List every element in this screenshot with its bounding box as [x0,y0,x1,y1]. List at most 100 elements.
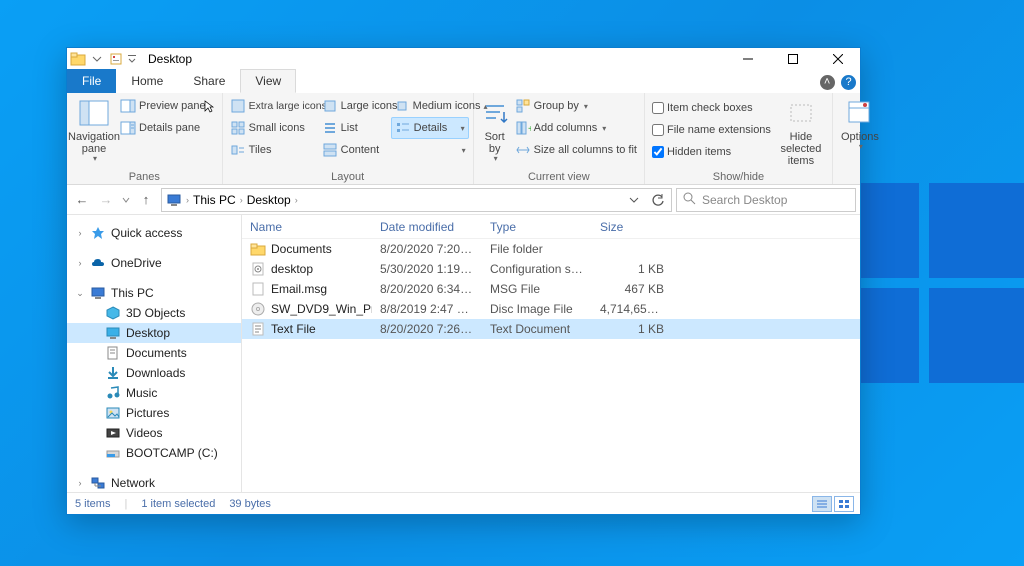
sidebar-item-videos[interactable]: Videos [67,423,241,443]
sort-by-button[interactable]: Sort by▾ [478,95,512,170]
layout-small[interactable]: Small icons [227,117,319,139]
ribbon-group-layout: Extra large icons Large icons Medium ico… [223,93,474,184]
tab-home[interactable]: Home [116,69,178,93]
layout-medium[interactable]: Medium icons▴ [391,95,469,117]
chevron-right-icon[interactable]: › [186,195,189,205]
sidebar-item-desktop[interactable]: Desktop [67,323,241,343]
file-row[interactable]: SW_DVD9_Win_Pro_10_...8/8/2019 2:47 PMDi… [242,299,860,319]
view-details-button[interactable] [812,496,832,512]
history-dropdown[interactable] [119,189,133,211]
add-columns-button[interactable]: +Add columns▾ [512,117,640,139]
up-button[interactable]: ↑ [135,189,157,211]
sidebar-item-onedrive[interactable]: ›OneDrive [67,253,241,273]
file-explorer-window: Desktop File Home Share View ˄ ? Navigat… [66,47,861,515]
layout-more-icon[interactable]: ▾ [462,146,466,155]
file-date: 8/20/2020 6:34 PM [372,282,482,296]
group-by-button[interactable]: Group by▾ [512,95,640,117]
view-large-button[interactable] [834,496,854,512]
layout-list[interactable]: List [319,117,391,139]
breadcrumb-desktop[interactable]: Desktop [247,193,291,207]
file-row[interactable]: desktop5/30/2020 1:19 PMConfiguration se… [242,259,860,279]
hide-selected-button[interactable]: Hide selected items [774,95,828,170]
collapse-icon[interactable]: ⌄ [75,288,85,299]
cursor-icon [203,99,215,113]
column-size[interactable]: Size [592,220,672,234]
expand-icon[interactable]: › [75,478,85,488]
tab-file[interactable]: File [67,69,116,93]
group-by-icon [515,98,531,114]
layout-extra-large[interactable]: Extra large icons [227,95,319,117]
column-date[interactable]: Date modified [372,220,482,234]
extra-large-icons-icon [230,98,246,114]
column-name[interactable]: Name [242,220,372,234]
file-row[interactable]: Text File8/20/2020 7:26 PMText Document1… [242,319,860,339]
list-icon [322,120,338,136]
hidden-items-toggle[interactable]: Hidden items [649,141,774,163]
breadcrumb-thispc[interactable]: This PC [193,193,236,207]
sidebar-item-downloads[interactable]: Downloads [67,363,241,383]
column-type[interactable]: Type [482,220,592,234]
sidebar-item-bootcamp[interactable]: BOOTCAMP (C:) [67,443,241,463]
layout-large[interactable]: Large icons [319,95,391,117]
navigation-pane-button[interactable]: Navigation pane▾ [71,95,117,170]
address-refresh[interactable] [647,190,669,210]
layout-tiles[interactable]: Tiles [227,139,319,161]
preview-pane-button[interactable]: Preview pane [117,95,218,117]
file-date: 8/20/2020 7:20 PM [372,242,482,256]
details-pane-button[interactable]: Details pane [117,117,218,139]
star-icon [90,225,106,241]
file-size: 1 KB [592,322,672,336]
layout-content[interactable]: Content [319,139,391,161]
tiles-icon [230,142,246,158]
file-row[interactable]: Email.msg8/20/2020 6:34 PMMSG File467 KB [242,279,860,299]
details-icon [395,120,411,136]
file-size: 1 KB [592,262,672,276]
file-size: 467 KB [592,282,672,296]
chevron-right-icon[interactable]: › [295,195,298,205]
folder-icon [69,50,87,68]
sidebar-item-network[interactable]: ›Network [67,473,241,492]
tab-share[interactable]: Share [178,69,240,93]
address-dropdown[interactable] [623,190,645,210]
search-input[interactable]: Search Desktop [676,188,856,212]
chevron-down-icon[interactable] [88,50,106,68]
file-date: 8/8/2019 2:47 PM [372,302,482,316]
monitor-icon [90,285,106,301]
sidebar-item-documents[interactable]: Documents [67,343,241,363]
titlebar: Desktop [67,48,860,70]
address-row: ← → ↑ › This PC › Desktop › Search Deskt… [67,185,860,215]
layout-details[interactable]: Details▾ [391,117,469,139]
sidebar-item-thispc[interactable]: ⌄This PC [67,283,241,303]
maximize-button[interactable] [770,48,815,70]
item-checkboxes-toggle[interactable]: Item check boxes [649,97,774,119]
forward-button[interactable]: → [95,189,117,211]
sidebar-item-music[interactable]: Music [67,383,241,403]
options-button[interactable]: Options▾ [837,95,883,182]
scroll-down-icon[interactable]: ▾ [461,124,465,133]
help-button[interactable]: ? [841,75,856,90]
file-date: 8/20/2020 7:26 PM [372,322,482,336]
close-button[interactable] [815,48,860,70]
address-bar[interactable]: › This PC › Desktop › [161,188,672,212]
navigation-pane-icon [78,97,110,129]
content-icon [322,142,338,158]
file-type: File folder [482,242,592,256]
expand-icon[interactable]: › [75,258,85,268]
filename-ext-toggle[interactable]: File name extensions [649,119,774,141]
small-icons-icon [230,120,246,136]
sidebar-item-pictures[interactable]: Pictures [67,403,241,423]
size-columns-button[interactable]: Size all columns to fit [512,139,640,161]
minimize-ribbon-button[interactable]: ˄ [820,75,835,90]
sidebar-item-3dobjects[interactable]: 3D Objects [67,303,241,323]
expand-icon[interactable]: › [75,228,85,238]
file-row[interactable]: Documents8/20/2020 7:20 PMFile folder [242,239,860,259]
properties-icon[interactable] [107,50,125,68]
back-button[interactable]: ← [71,189,93,211]
ribbon-group-current-view: Sort by▾ Group by▾ +Add columns▾ Size al… [474,93,645,184]
sidebar-item-quickaccess[interactable]: ›Quick access [67,223,241,243]
chevron-right-icon[interactable]: › [240,195,243,205]
downloads-icon [105,365,121,381]
minimize-button[interactable] [725,48,770,70]
tab-view[interactable]: View [240,69,296,93]
qat-dropdown-icon[interactable] [126,50,138,68]
